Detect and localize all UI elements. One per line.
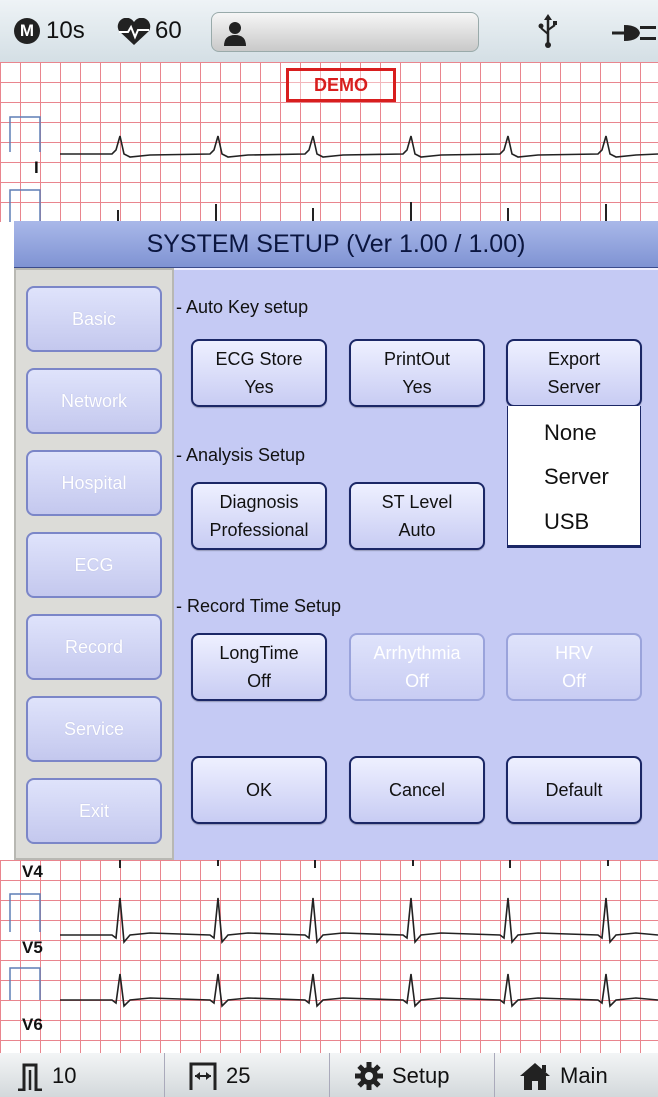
lead-label-v6: V6 (22, 1015, 43, 1034)
dialog-title: SYSTEM SETUP (Ver 1.00 / 1.00) (14, 221, 658, 268)
patient-icon (224, 22, 246, 46)
duration-readout: 10s (46, 17, 85, 44)
gain-control[interactable]: 10 (16, 1061, 76, 1091)
longtime-button[interactable]: LongTime Off (191, 633, 327, 701)
heart-icon (117, 18, 151, 45)
sidebar-item-record[interactable]: Record (26, 614, 162, 680)
calibration-pulse-v6 (9, 967, 41, 1000)
longtime-label: LongTime (219, 643, 299, 663)
printout-button[interactable]: PrintOut Yes (349, 339, 485, 407)
main-label: Main (560, 1063, 608, 1088)
diagnosis-label: Diagnosis (219, 492, 299, 512)
hrv-value: Off (562, 671, 586, 691)
sidebar-item-ecg[interactable]: ECG (26, 532, 162, 598)
sidebar-item-network[interactable]: Network (26, 368, 162, 434)
sidebar-item-exit[interactable]: Exit (26, 778, 162, 844)
calibration-pulse-v5 (9, 893, 41, 932)
heart-rate-readout: 60 (155, 17, 182, 44)
setup-label: Setup (392, 1063, 450, 1088)
export-option-usb[interactable]: USB (544, 509, 589, 535)
export-label: Export (547, 349, 601, 369)
usb-icon (538, 14, 557, 48)
speed-icon (189, 1062, 217, 1090)
home-icon (520, 1063, 550, 1090)
printout-label: PrintOut (383, 349, 451, 369)
sidebar-item-hospital[interactable]: Hospital (26, 450, 162, 516)
default-button[interactable]: Default (506, 756, 642, 824)
power-plug-icon (612, 25, 656, 41)
cancel-button[interactable]: Cancel (349, 756, 485, 824)
export-dropdown: None Server USB (507, 406, 641, 548)
speed-value: 25 (226, 1063, 251, 1088)
section-auto-key: - Auto Key setup (176, 297, 309, 317)
demo-watermark: DEMO (286, 68, 396, 102)
status-bar: M 10s 60 (0, 0, 658, 62)
sidebar-item-basic[interactable]: Basic (26, 286, 162, 352)
calibration-pulse (9, 116, 41, 152)
ecg-store-button[interactable]: ECG Store Yes (191, 339, 327, 407)
st-level-button[interactable]: ST Level Auto (349, 482, 485, 550)
diagnosis-button[interactable]: Diagnosis Professional (191, 482, 327, 550)
ok-button[interactable]: OK (191, 756, 327, 824)
sidebar-item-service[interactable]: Service (26, 696, 162, 762)
export-option-none[interactable]: None (544, 420, 597, 446)
hrv-button[interactable]: HRV Off (506, 633, 642, 701)
lead-label-v5: V5 (22, 938, 43, 957)
setup-button[interactable]: Setup (354, 1061, 450, 1091)
lead-v6-trace (60, 973, 658, 1008)
main-button[interactable]: Main (518, 1061, 608, 1091)
arrhythmia-value: Off (405, 671, 429, 691)
ecg-bottom-strip: V4 V5 V6 (0, 860, 658, 1053)
mode-badge: M (14, 18, 40, 44)
speed-control[interactable]: 25 (188, 1061, 250, 1091)
export-button[interactable]: Export Server (506, 339, 642, 407)
st-level-value: Auto (398, 520, 436, 540)
gear-icon (355, 1062, 383, 1090)
printout-value: Yes (402, 377, 432, 397)
gain-icon (18, 1063, 42, 1091)
diagnosis-value: Professional (209, 520, 309, 540)
export-option-server[interactable]: Server (544, 464, 609, 490)
section-analysis: - Analysis Setup (176, 445, 306, 465)
longtime-value: Off (247, 671, 271, 691)
arrhythmia-button[interactable]: Arrhythmia Off (349, 633, 485, 701)
lead-i-trace (60, 135, 658, 158)
ecg-store-label: ECG Store (215, 349, 303, 369)
lead-v5-trace (60, 897, 658, 944)
ecg-store-value: Yes (244, 377, 274, 397)
ecg-bottom-traces (9, 860, 658, 1008)
gain-value: 10 (52, 1063, 77, 1088)
export-value: Server (547, 377, 601, 397)
section-record-time: - Record Time Setup (176, 596, 342, 616)
lead-label-i: I (34, 158, 39, 177)
setup-sidebar: Basic Network Hospital ECG Record Servic… (14, 268, 174, 860)
patient-button[interactable] (211, 12, 479, 52)
hrv-label: HRV (555, 643, 593, 663)
arrhythmia-label: Arrhythmia (373, 643, 461, 663)
lead-label-v4: V4 (22, 862, 43, 881)
st-level-label: ST Level (381, 492, 453, 512)
calibration-pulse-2 (9, 189, 41, 222)
